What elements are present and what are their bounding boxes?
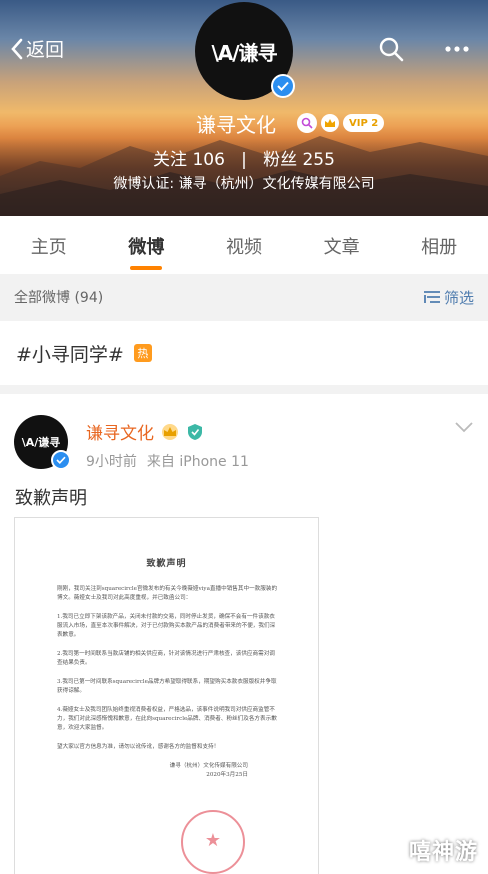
follow-count: 106 — [192, 150, 225, 170]
post-author-name: 谦寻文化 — [86, 424, 154, 444]
back-button[interactable]: 返回 — [10, 35, 64, 62]
post-text: 致歉声明 — [15, 488, 87, 509]
document-paragraph: 望大家以官方信息为准，请勿以讹传讹，感谢各方的监督和支持！ — [57, 744, 220, 750]
document-paragraph: 刚刚，我司关注到squarecircle官微发布的有关今晚薇娅viya直播中销售… — [57, 586, 278, 601]
fans-count: 255 — [302, 150, 335, 170]
filter-icon — [423, 291, 440, 303]
brand-badge-icon[interactable] — [297, 113, 317, 133]
follow-stat[interactable]: 关注 106 — [153, 145, 225, 170]
tab-weibo[interactable]: 微博 — [98, 216, 196, 274]
certification-text: 微博认证: 谦寻（杭州）文化传媒有限公司 — [113, 176, 375, 192]
company-seal-stamp — [181, 810, 245, 874]
post-meta: 9小时前 来自 iPhone 11 — [86, 451, 249, 471]
crown-icon — [321, 114, 339, 132]
document-paragraph: 1.我司已立即下架该款产品，关闭未付款的交易，同时停止发货，确保不会有一件该款衣… — [57, 614, 276, 638]
fans-stat[interactable]: 粉丝 255 — [263, 145, 335, 170]
document-paragraph: 4.薇娅女士及我司团队始终重视消费者权益，严格选品，该事件说明我司对供应商监管不… — [57, 707, 277, 731]
back-label: 返回 — [26, 39, 65, 61]
hot-badge: 热 — [133, 344, 152, 362]
tab-home[interactable]: 主页 — [0, 216, 98, 274]
profile-name: 谦寻文化 — [196, 113, 276, 137]
crown-icon — [162, 423, 178, 440]
verified-badge-icon — [51, 450, 71, 470]
document-date: 2020年3月25日 — [206, 772, 248, 778]
post-author[interactable]: 谦寻文化 — [86, 419, 204, 444]
search-icon[interactable] — [378, 36, 404, 62]
document-paragraph: 2.我司第一时间联系当款店铺的相关供应商，针对该情况进行严肃核查，该供应商需对调… — [57, 651, 275, 666]
document-title: 致歉声明 — [146, 559, 187, 569]
weibo-profile-page: 返回 \A/谦寻 谦寻文化 VIP 2 关注 106 | 粉丝 255 微博认证… — [0, 0, 488, 874]
filter-button[interactable]: 筛选 — [423, 287, 474, 308]
document-signature: 谦寻（杭州）文化传媒有限公司 — [169, 763, 248, 769]
topic-text: #小寻同学# — [16, 343, 124, 366]
tab-articles[interactable]: 文章 — [293, 216, 391, 274]
filter-label: 筛选 — [443, 288, 474, 307]
feed-filter-bar: 全部微博 (94) 筛选 — [0, 274, 488, 320]
post-avatar-text: \A/谦寻 — [21, 436, 61, 449]
stat-separator: | — [241, 150, 247, 170]
post-time: 9小时前 — [86, 454, 137, 470]
watermark: 嘻神游 — [408, 840, 478, 865]
profile-badges: VIP 2 — [297, 113, 385, 133]
profile-avatar[interactable]: \A/谦寻 — [195, 2, 295, 100]
feed-count-label: 全部微博 (94) — [14, 290, 104, 306]
tab-video[interactable]: 视频 — [195, 216, 293, 274]
tab-album[interactable]: 相册 — [390, 216, 488, 274]
vip-badge[interactable]: VIP 2 — [343, 114, 385, 132]
post-source: 来自 iPhone 11 — [146, 454, 249, 470]
shield-icon — [188, 423, 202, 440]
chevron-left-icon — [11, 38, 23, 59]
document-paragraph: 3.我司已第一时间联系squarecircle品牌方希望取得联系，期望购买本款衣… — [57, 679, 277, 694]
profile-header-banner: 返回 \A/谦寻 谦寻文化 VIP 2 关注 106 | 粉丝 255 微博认证… — [0, 0, 488, 216]
follow-label: 关注 — [153, 150, 188, 170]
header-actions — [378, 36, 470, 62]
post-image-document[interactable]: 致歉声明 刚刚，我司关注到squarecircle官微发布的有关今晚薇娅viya… — [14, 517, 319, 874]
profile-stats: 关注 106 | 粉丝 255 — [0, 145, 488, 170]
weibo-post: \A/谦寻 谦寻文化 9小时前 来自 iPhone 11 致歉声明 致歉声明 刚刚… — [0, 394, 488, 874]
fans-label: 粉丝 — [263, 150, 298, 170]
more-icon[interactable] — [444, 36, 470, 62]
chevron-down-icon[interactable] — [454, 421, 474, 433]
verified-badge-icon — [271, 74, 295, 98]
topic-row[interactable]: #小寻同学# 热 — [0, 321, 488, 385]
profile-tabs: 主页 微博 视频 文章 相册 — [0, 216, 488, 274]
avatar-logo-text: \A/谦寻 — [211, 40, 277, 65]
post-avatar[interactable]: \A/谦寻 — [14, 415, 71, 470]
